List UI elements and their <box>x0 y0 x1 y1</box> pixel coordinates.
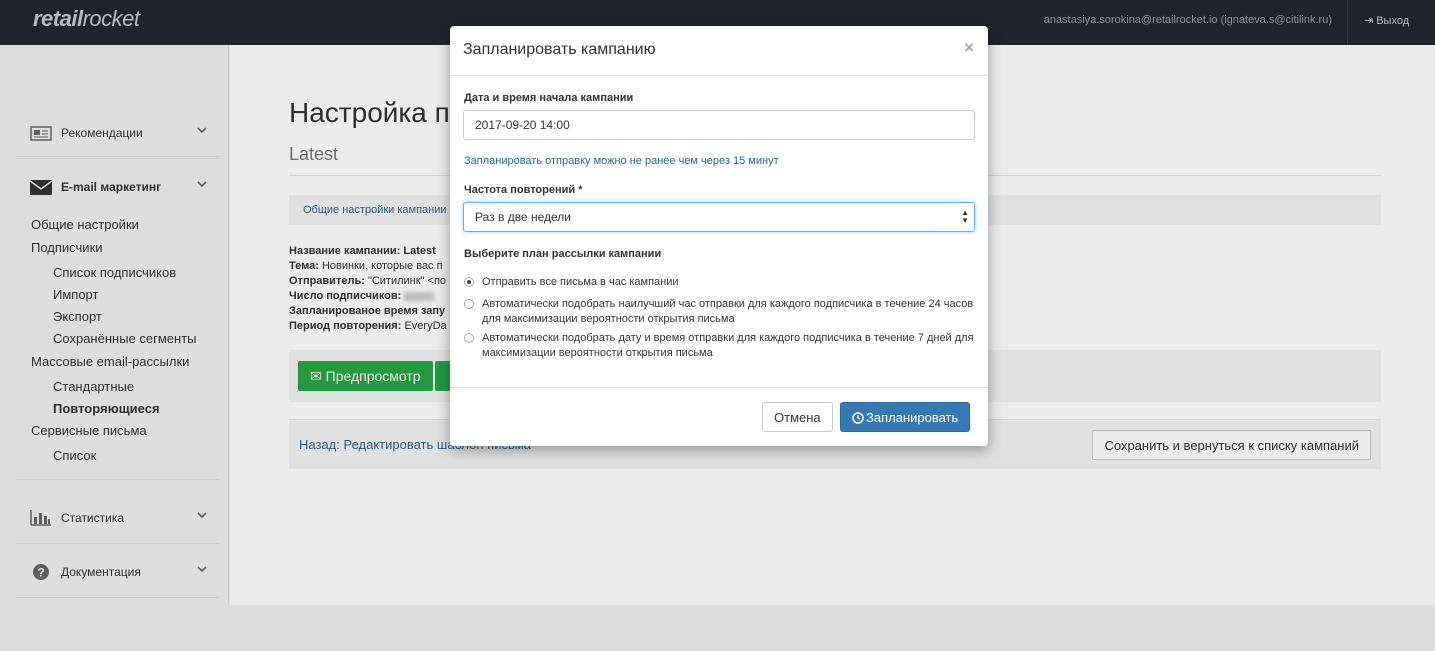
plan-option-label: Отправить все письма в час кампании <box>482 276 679 288</box>
radio-button[interactable] <box>464 299 474 309</box>
close-icon[interactable]: × <box>964 38 974 58</box>
plan-option-label: Автоматически подобрать дату и время отп… <box>482 332 974 359</box>
radio-button[interactable] <box>464 333 474 343</box>
modal-header: Запланировать кампанию × <box>450 26 988 76</box>
frequency-select[interactable]: Раз в две недели ▲ ▼ <box>463 202 975 232</box>
schedule-label: Запланировать <box>866 410 959 425</box>
plan-option-3[interactable]: Автоматически подобрать дату и время отп… <box>464 331 979 361</box>
plan-option-1[interactable]: Отправить все письма в час кампании <box>464 275 979 290</box>
frequency-value: Раз в две недели <box>475 210 571 224</box>
radio-button[interactable] <box>464 277 474 287</box>
schedule-campaign-modal: Запланировать кампанию × Дата и время на… <box>450 26 988 446</box>
modal-title: Запланировать кампанию <box>463 41 656 58</box>
schedule-button[interactable]: Запланировать <box>840 402 971 432</box>
date-label: Дата и время начала кампании <box>464 92 634 104</box>
cancel-button[interactable]: Отмена <box>762 402 833 432</box>
plan-option-label: Автоматически подобрать наилучший час от… <box>482 298 974 325</box>
schedule-hint: Запланировать отправку можно не ранее че… <box>464 155 779 167</box>
modal-footer: Отмена Запланировать <box>450 387 988 446</box>
frequency-label: Частота повторений * <box>464 184 583 196</box>
plan-option-2[interactable]: Автоматически подобрать наилучший час от… <box>464 297 979 327</box>
date-time-input[interactable]: 2017-09-20 14:00 <box>463 110 975 140</box>
clock-icon <box>852 412 864 427</box>
plan-label: Выберите план рассылки кампании <box>464 248 662 260</box>
select-arrows-icon: ▲ ▼ <box>961 208 969 225</box>
